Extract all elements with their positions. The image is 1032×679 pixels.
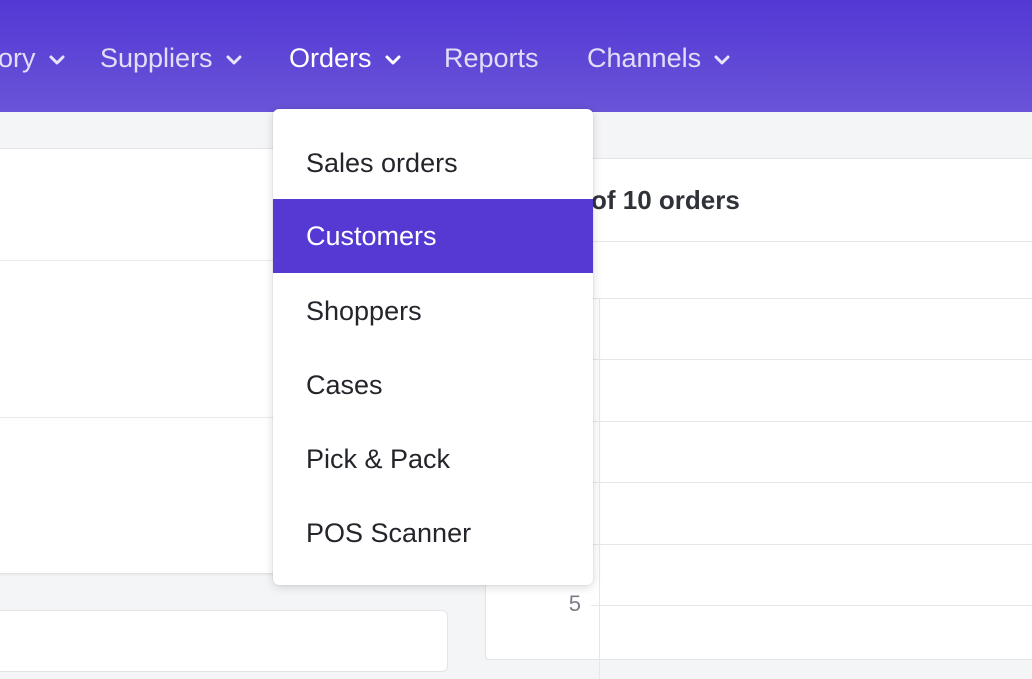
menu-item-sales-orders[interactable]: Sales orders — [273, 126, 593, 200]
chart-gridline — [591, 482, 1032, 483]
chevron-down-icon — [225, 51, 243, 69]
nav-item-suppliers[interactable]: Suppliers — [100, 40, 243, 76]
left-lower-panel — [0, 610, 448, 672]
chevron-down-icon — [713, 51, 731, 69]
chevron-down-icon — [48, 51, 66, 69]
nav-item-label: Suppliers — [100, 42, 213, 73]
chart-gridline — [591, 605, 1032, 606]
nav-item-channels[interactable]: Channels — [587, 40, 731, 76]
nav-item-reports[interactable]: Reports — [444, 40, 539, 76]
nav-item-label: Reports — [444, 42, 539, 73]
menu-item-pick-and-pack[interactable]: Pick & Pack — [273, 422, 593, 496]
nav-item-label: Channels — [587, 42, 702, 73]
chart-gridline — [591, 359, 1032, 360]
orders-dropdown-menu: Sales orders Customers Shoppers Cases Pi… — [273, 109, 593, 585]
y-tick-label: 5 — [568, 591, 581, 616]
menu-item-shoppers[interactable]: Shoppers — [273, 274, 593, 348]
menu-item-cases[interactable]: Cases — [273, 348, 593, 422]
chevron-down-icon — [384, 51, 402, 69]
chart-title: of 10 orders — [591, 185, 740, 215]
menu-item-customers[interactable]: Customers — [273, 199, 593, 273]
top-navigation-bar: ory Suppliers Orders Reports Channels — [0, 0, 1032, 112]
nav-item-inventory[interactable]: ory — [0, 40, 66, 76]
nav-item-orders[interactable]: Orders — [289, 40, 402, 76]
nav-item-label: ory — [0, 42, 36, 73]
chart-gridline — [591, 544, 1032, 545]
chart-gridline — [591, 421, 1032, 422]
chart-y-axis — [599, 299, 600, 679]
nav-item-label: Orders — [289, 42, 372, 73]
chart-gridline — [591, 298, 1032, 299]
menu-item-pos-scanner[interactable]: POS Scanner — [273, 496, 593, 570]
